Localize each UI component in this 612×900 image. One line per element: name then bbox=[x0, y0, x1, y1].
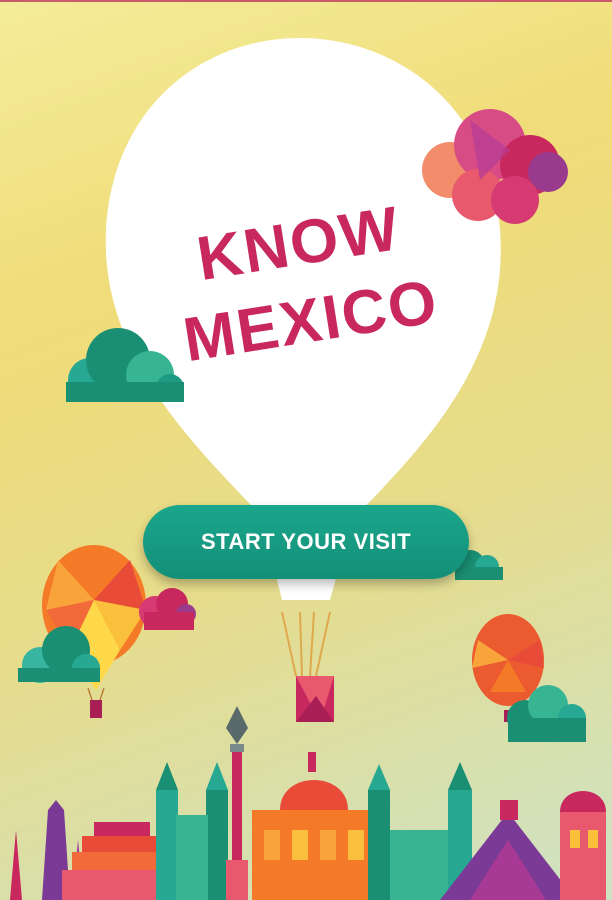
splash-screen: KNOW MEXICO START YOUR VISIT bbox=[0, 0, 612, 900]
pink-small-cloud-icon bbox=[139, 588, 196, 630]
start-visit-button[interactable]: START YOUR VISIT bbox=[143, 505, 469, 579]
angel-monument-icon bbox=[226, 706, 248, 900]
cathedral-icon bbox=[252, 752, 376, 900]
illustration bbox=[10, 38, 606, 900]
